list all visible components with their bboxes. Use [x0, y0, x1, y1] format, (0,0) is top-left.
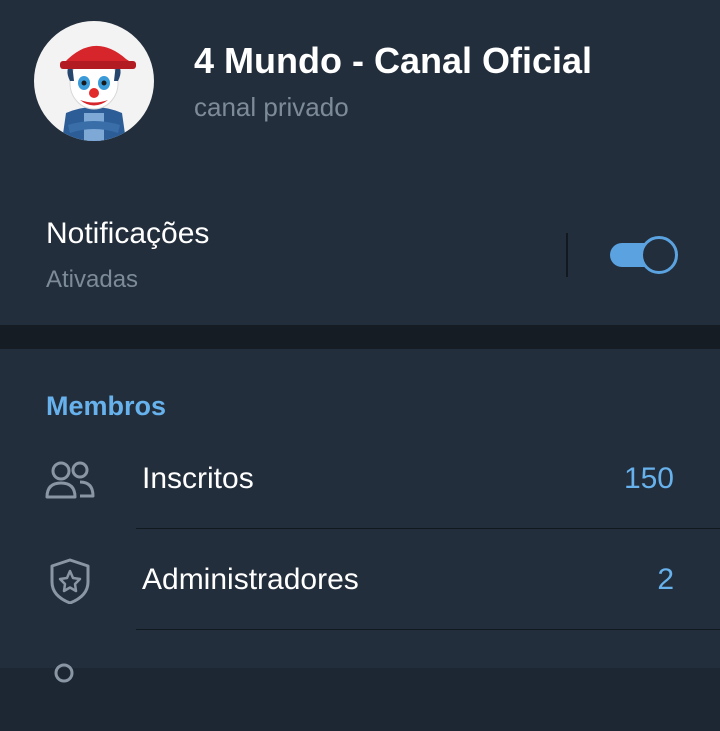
members-section: Membros Inscritos 150 Administradores 2	[0, 349, 720, 683]
administrators-count: 2	[657, 563, 674, 596]
channel-header: 4 Mundo - Canal Oficial canal privado	[0, 0, 720, 185]
administrators-row[interactable]: Administradores 2	[0, 530, 720, 630]
partial-row[interactable]	[0, 631, 720, 731]
notifications-toggle[interactable]	[608, 235, 678, 275]
channel-avatar[interactable]	[34, 21, 154, 141]
administrators-label: Administradores	[142, 563, 359, 596]
section-separator	[0, 325, 720, 349]
channel-subtitle: canal privado	[194, 92, 349, 122]
subscribers-count: 150	[623, 462, 674, 495]
clown-avatar-icon	[60, 45, 136, 141]
notifications-label: Notificações	[46, 217, 210, 250]
members-section-title: Membros	[46, 391, 167, 421]
subscribers-label: Inscritos	[142, 462, 254, 495]
subscribers-row[interactable]: Inscritos 150	[0, 429, 720, 529]
row-divider	[136, 629, 720, 630]
person-icon	[54, 663, 74, 683]
notifications-status: Ativadas	[46, 266, 139, 293]
admin-shield-icon	[50, 558, 90, 604]
notifications-divider	[566, 233, 568, 277]
toggle-knob	[640, 236, 678, 274]
row-divider	[136, 528, 720, 529]
channel-title: 4 Mundo - Canal Oficial	[194, 40, 593, 81]
notifications-row[interactable]: Notificações Ativadas	[0, 185, 720, 325]
users-icon	[45, 461, 95, 499]
